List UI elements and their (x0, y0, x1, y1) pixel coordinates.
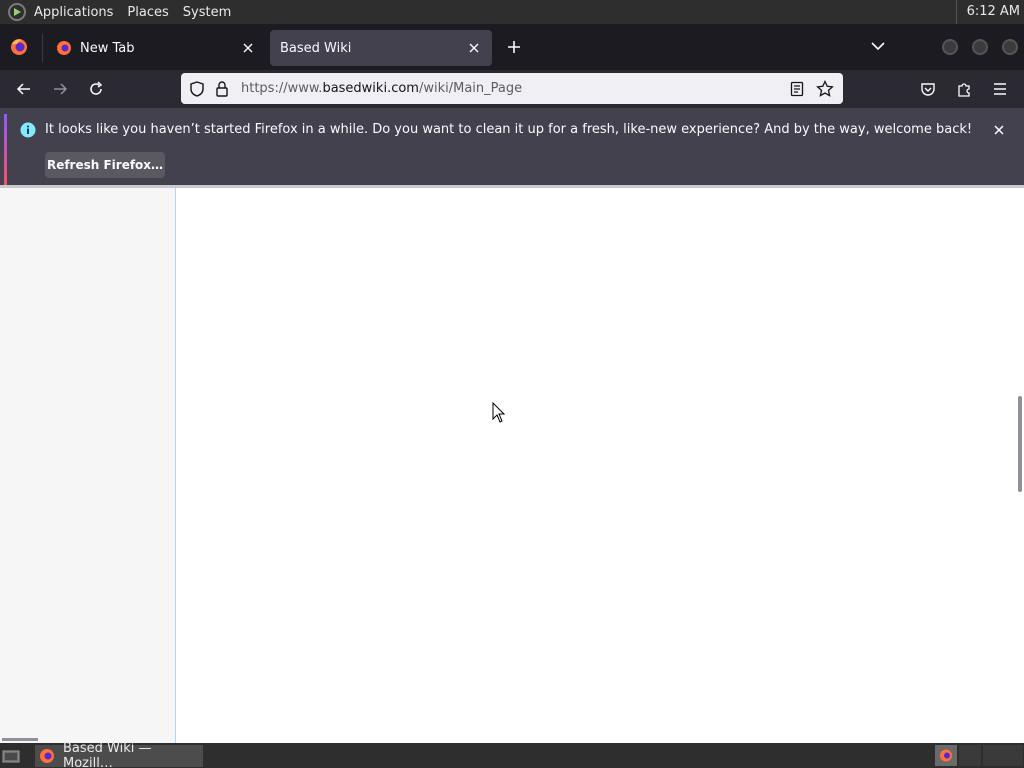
hamburger-menu-icon[interactable] (989, 78, 1011, 100)
list-all-tabs-chevron-down-icon[interactable] (870, 39, 888, 55)
url-bar[interactable]: https://www.basedwiki.com/wiki/Main_Page (181, 73, 843, 104)
tab-based-wiki[interactable]: Based Wiki (270, 30, 492, 66)
back-arrow-icon[interactable] (13, 78, 35, 100)
show-desktop-icon[interactable] (2, 748, 20, 764)
tab-strip: New Tab Based Wiki (0, 24, 1024, 70)
top-panel: Applications Places System 6:12 AM (0, 0, 1024, 24)
tab-new-tab[interactable]: New Tab (46, 30, 266, 66)
forward-arrow-icon[interactable] (49, 78, 71, 100)
tab-separator (42, 34, 43, 62)
refresh-firefox-notification: It looks like you haven’t started Firefo… (0, 108, 1024, 186)
close-notification-icon[interactable] (990, 121, 1008, 139)
workspace-4[interactable] (1003, 745, 1023, 766)
tab-title: New Tab (80, 40, 135, 56)
bookmark-star-icon[interactable] (815, 79, 835, 99)
navigation-toolbar: https://www.basedwiki.com/wiki/Main_Page (0, 70, 1024, 108)
url-text[interactable]: https://www.basedwiki.com/wiki/Main_Page (241, 81, 787, 96)
close-window-button[interactable] (1002, 39, 1018, 55)
minimize-window-button[interactable] (942, 39, 958, 55)
mouse-pointer-icon (492, 401, 506, 424)
workspace-2[interactable] (959, 745, 981, 766)
url-host: basedwiki.com (322, 81, 419, 96)
lock-icon[interactable] (213, 80, 231, 98)
tab-title: Based Wiki (280, 40, 352, 56)
close-tab-icon[interactable] (464, 38, 484, 58)
notification-accent (4, 114, 7, 186)
bottom-taskbar: Based Wiki — Mozill… (0, 741, 1024, 768)
info-icon (20, 122, 36, 138)
workspace-1[interactable] (935, 745, 957, 766)
extensions-puzzle-icon[interactable] (953, 78, 975, 100)
applications-menu[interactable]: Applications (34, 5, 113, 20)
vertical-scrollbar[interactable] (1018, 396, 1022, 492)
wiki-sidebar (0, 188, 176, 743)
notification-message: It looks like you haven’t started Firefo… (45, 122, 973, 137)
workspace-3[interactable] (983, 745, 1005, 766)
places-menu[interactable]: Places (127, 5, 168, 20)
taskbar-window-label: Based Wiki — Mozill… (63, 741, 152, 768)
reader-view-icon[interactable] (787, 79, 807, 99)
firefox-icon (39, 748, 55, 764)
refresh-firefox-button[interactable]: Refresh Firefox… (45, 152, 165, 178)
firefox-view-icon[interactable] (8, 36, 30, 58)
horizontal-scrollbar[interactable] (2, 738, 38, 741)
firefox-favicon-icon (56, 40, 72, 56)
url-path: /wiki/Main_Page (418, 81, 523, 96)
reload-icon[interactable] (85, 78, 107, 100)
new-tab-plus-icon[interactable] (504, 37, 524, 57)
page-content[interactable] (0, 188, 1024, 743)
clock[interactable]: 6:12 AM (955, 0, 1020, 24)
close-tab-icon[interactable] (238, 38, 258, 58)
distro-logo-icon[interactable] (6, 1, 28, 23)
maximize-window-button[interactable] (972, 39, 988, 55)
url-prefix: https://www. (241, 81, 323, 96)
system-menu[interactable]: System (183, 5, 231, 20)
pocket-icon[interactable] (917, 78, 939, 100)
taskbar-window-based-wiki[interactable]: Based Wiki — Mozill… (35, 741, 203, 768)
tracking-protection-shield-icon[interactable] (188, 80, 206, 98)
